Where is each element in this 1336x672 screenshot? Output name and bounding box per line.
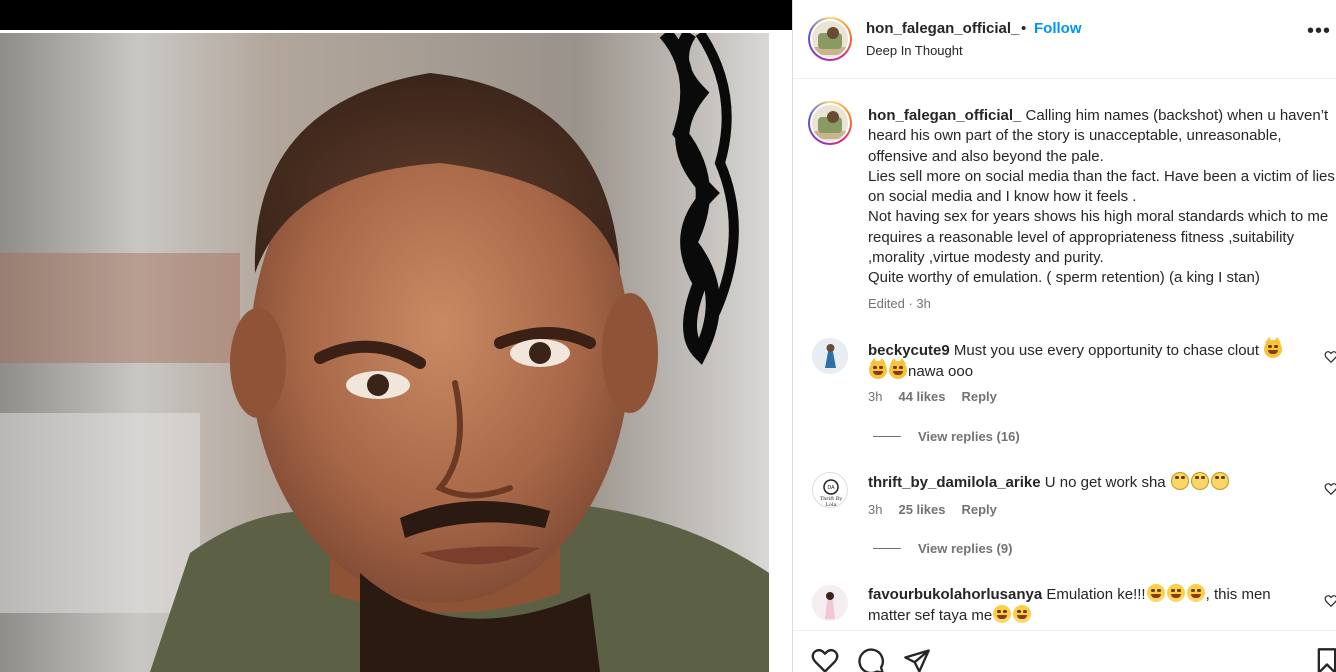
reply-button[interactable]: Reply	[961, 502, 996, 517]
view-replies-button[interactable]: View replies (9)	[873, 541, 1012, 556]
comment-likes[interactable]: 44 likes	[898, 389, 945, 404]
grinning-laugh-emoji	[1186, 584, 1205, 602]
caption-avatar[interactable]	[808, 101, 852, 145]
eye-roll-emoji	[1210, 472, 1229, 490]
replies-divider	[873, 548, 901, 549]
replies-divider	[873, 436, 901, 437]
comments-list[interactable]: hon_falegan_official_ Calling him names …	[793, 80, 1336, 630]
comment-meta: 3h 44 likes Reply	[868, 389, 997, 404]
comment-username[interactable]: beckycute9	[868, 342, 950, 359]
grinning-laugh-emoji	[1013, 605, 1032, 623]
comment-time: 3h	[868, 389, 883, 404]
author-username[interactable]: hon_falegan_official_	[866, 20, 1019, 37]
commenter-avatar[interactable]	[812, 585, 848, 621]
caption-text-3: Not having sex for years shows his high …	[868, 208, 1329, 267]
comment-body: Emulation ke!!!	[1042, 586, 1146, 603]
eye-roll-emoji	[1170, 472, 1189, 490]
svg-text:DA: DA	[827, 485, 835, 491]
caption-text-2: Lies sell more on social media than the …	[868, 167, 1335, 206]
comment-meta: 3h 25 likes Reply	[868, 502, 997, 517]
post-header: hon_falegan_official_ • Follow Deep In T…	[793, 0, 1336, 79]
commenter-avatar[interactable]: DA Thrift By Lola	[812, 472, 848, 508]
media-top-bar	[0, 0, 792, 30]
grinning-laugh-emoji	[1146, 584, 1165, 602]
media-edge	[769, 30, 792, 672]
comment-username[interactable]: thrift_by_damilola_arike	[868, 474, 1041, 491]
comment-time: 3h	[868, 502, 883, 517]
commenter-avatar[interactable]	[812, 338, 848, 374]
author-subtitle: Deep In Thought	[866, 43, 963, 58]
comment-likes[interactable]: 25 likes	[898, 502, 945, 517]
comment-like-heart-icon[interactable]	[1324, 594, 1336, 608]
view-replies-button[interactable]: View replies (16)	[873, 429, 1020, 444]
grinning-laugh-emoji	[1166, 584, 1185, 602]
comment-text: favourbukolahorlusanya Emulation ke!!!, …	[868, 584, 1308, 626]
comment-username[interactable]: favourbukolahorlusanya	[868, 586, 1042, 603]
post-photo	[0, 33, 769, 672]
svg-text:Lola: Lola	[826, 502, 837, 508]
comment-like-heart-icon[interactable]	[1324, 350, 1336, 364]
post-media[interactable]	[0, 0, 792, 672]
heart-icon[interactable]	[811, 647, 839, 672]
laughing-cat-emoji	[889, 358, 907, 379]
grinning-laugh-emoji	[993, 605, 1012, 623]
comment-body: Must you use every opportunity to chase …	[949, 342, 1264, 359]
view-replies-label: View replies (9)	[918, 541, 1013, 556]
follow-button[interactable]: Follow	[1034, 20, 1082, 37]
author-avatar[interactable]	[808, 17, 852, 61]
comment-like-heart-icon[interactable]	[1324, 482, 1336, 496]
more-options-icon[interactable]: •••	[1307, 21, 1331, 41]
laughing-cat-emoji	[1264, 337, 1283, 358]
comment-text: beckycute9 Must you use every opportunit…	[868, 337, 1308, 382]
view-replies-label: View replies (16)	[918, 429, 1020, 444]
laughing-cat-emoji	[869, 358, 887, 379]
bookmark-icon[interactable]	[1313, 647, 1336, 672]
post-action-bar	[793, 630, 1336, 672]
comment-text: thrift_by_damilola_arike U no get work s…	[868, 472, 1308, 493]
post-detail-panel: hon_falegan_official_ • Follow Deep In T…	[792, 0, 1336, 672]
comment-icon[interactable]	[857, 647, 885, 672]
reply-button[interactable]: Reply	[961, 389, 996, 404]
send-icon[interactable]	[903, 647, 931, 672]
comment-body-2: nawa ooo	[908, 363, 974, 380]
eye-roll-emoji	[1190, 472, 1209, 490]
caption-text-4: Quite worthy of emulation. ( sperm reten…	[868, 269, 1260, 287]
separator-dot: •	[1021, 20, 1027, 37]
comment-body: U no get work sha	[1040, 474, 1170, 491]
post-caption: hon_falegan_official_ Calling him names …	[868, 106, 1336, 289]
caption-username[interactable]: hon_falegan_official_	[868, 107, 1021, 124]
caption-meta: Edited · 3h	[868, 296, 931, 311]
